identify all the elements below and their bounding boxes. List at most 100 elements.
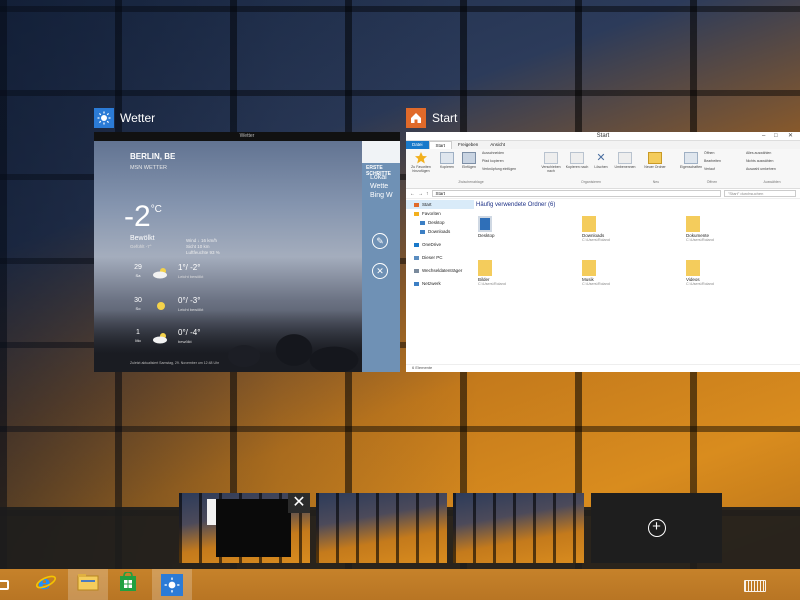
virtual-desktop-3[interactable] <box>453 493 584 563</box>
weather-feels-like: Gefühlt -7° <box>130 244 152 249</box>
touch-keyboard-icon[interactable] <box>744 580 766 592</box>
nav-item-netzwerk[interactable]: Netzwerk <box>406 279 474 288</box>
folder-item-downloads[interactable]: Downloads C:\Users\Roland <box>582 216 678 242</box>
cloudy-icon <box>152 331 170 344</box>
sunny-icon <box>152 299 170 311</box>
taskbar-internet-explorer[interactable]: e <box>26 569 66 600</box>
back-icon[interactable]: ← <box>410 191 415 197</box>
paste-link-button[interactable]: Verknüpfung einfügen <box>482 167 532 171</box>
nav-item-start[interactable]: Start <box>406 200 474 209</box>
cut-button[interactable]: Ausschneiden <box>482 151 522 155</box>
window-card-start[interactable]: Start Start – □ ✕ Datei Start Freigeben … <box>406 107 800 373</box>
edit-button[interactable]: Bearbeiten <box>704 159 734 163</box>
home-icon <box>406 108 426 128</box>
tab-freigeben[interactable]: Freigeben <box>452 141 484 149</box>
weather-details: Wind ↓ 16 km/h Sicht 10 km Luftfeuchte 9… <box>186 238 220 256</box>
forecast-temp: 1°/ -2° Leicht bewölkt <box>178 263 204 279</box>
paste-button[interactable]: Einfügen <box>456 152 482 169</box>
virtual-desktop-2[interactable] <box>316 493 447 563</box>
maximize-icon[interactable]: □ <box>774 132 778 141</box>
invert-selection-button[interactable]: Auswahl umkehren <box>746 167 796 171</box>
weather-app-thumbnail[interactable]: Wetter BERLIN, BE MSN WETTER -2°C Bewölk… <box>94 132 400 372</box>
close-circle-icon[interactable]: ✕ <box>372 263 388 279</box>
nav-item-dieser-pc[interactable]: Dieser PC <box>406 253 474 262</box>
explorer-title: Start <box>596 133 610 139</box>
close-desktop-button[interactable]: ✕ <box>288 493 310 513</box>
taskbar-explorer[interactable] <box>68 569 108 600</box>
tab-datei[interactable]: Datei <box>406 141 429 149</box>
folder-icon <box>582 260 596 276</box>
folder-item-musik[interactable]: Musik C:\Users\Roland <box>582 260 678 286</box>
folder-icon <box>420 229 425 234</box>
window-card-header-start: Start <box>406 107 800 129</box>
taskbar-weather[interactable] <box>152 569 192 600</box>
mini-window-weather <box>216 499 291 557</box>
taskbar-store[interactable] <box>108 569 148 600</box>
window-card-wetter[interactable]: Wetter Wetter BERLIN, BE MSN WETTER -2°C… <box>94 107 400 373</box>
nav-item-desktop[interactable]: Desktop <box>406 218 474 227</box>
taskbar: e <box>0 569 800 600</box>
folder-icon <box>478 260 492 276</box>
up-icon[interactable]: ↑ <box>426 191 429 197</box>
nav-item-onedrive[interactable]: OneDrive <box>406 240 474 249</box>
forecast-day: 30 So <box>134 297 142 311</box>
weather-titlebar: Wetter <box>94 132 400 141</box>
copy-icon <box>440 152 454 164</box>
drive-icon <box>414 268 419 273</box>
explorer-titlebar: Start – □ ✕ <box>406 132 800 141</box>
sun-icon <box>94 108 114 128</box>
plus-icon: + <box>647 519 666 537</box>
delete-button[interactable]: ✕ Löschen <box>588 152 614 169</box>
forecast-temp: 0°/ -4° bewölkt <box>178 328 201 344</box>
properties-button[interactable]: Eigenschaften <box>678 152 704 169</box>
group-new: Neu <box>652 180 660 184</box>
weather-detail-humidity: Luftfeuchte 93 % <box>186 250 220 255</box>
folder-item-bilder[interactable]: Bilder C:\Users\Roland <box>478 260 574 286</box>
frequent-folders-heading[interactable]: Häufig verwendete Ordner (6) <box>476 202 796 208</box>
folder-item-videos[interactable]: Videos C:\Users\Roland <box>686 260 782 286</box>
new-folder-button[interactable]: Neuer Ordner <box>642 152 668 169</box>
copy-to-icon <box>570 152 584 164</box>
folder-icon <box>582 216 596 232</box>
forward-icon[interactable]: → <box>418 191 423 197</box>
add-favorite-button[interactable]: Zu Favoriten hinzufügen <box>408 152 434 173</box>
weather-charm-panel: ERSTE SCHRITTE Lokal Wette Bing W ✎ ✕ <box>362 141 400 372</box>
move-to-button[interactable]: Verschieben nach <box>538 152 564 173</box>
navigation-pane: Start Favoriten Desktop Downloads OneDri… <box>406 200 474 360</box>
search-input[interactable]: "Start" durchsuchen <box>724 190 796 197</box>
minimize-icon[interactable]: – <box>762 132 765 141</box>
ribbon-tabs: Datei Start Freigeben Ansicht <box>406 141 800 149</box>
add-desktop-button[interactable]: + <box>591 493 722 563</box>
weather-temperature: -2°C <box>124 200 162 233</box>
cloud-icon <box>414 242 419 247</box>
store-icon <box>119 571 137 597</box>
select-all-button[interactable]: Alles auswählen <box>746 151 796 155</box>
status-bar: 6 Elemente <box>406 364 800 372</box>
close-icon[interactable]: ✕ <box>788 132 793 141</box>
rename-button[interactable]: Umbenennen <box>612 152 638 169</box>
tab-ansicht[interactable]: Ansicht <box>484 141 511 149</box>
weather-condition: Bewölkt <box>130 235 155 242</box>
home-icon <box>414 202 419 207</box>
taskbar-file-explorer[interactable] <box>0 569 16 600</box>
address-bar[interactable]: Start <box>431 190 721 197</box>
file-explorer-thumbnail[interactable]: Start – □ ✕ Datei Start Freigeben Ansich… <box>406 132 800 372</box>
edit-icon[interactable]: ✎ <box>372 233 388 249</box>
nav-item-downloads[interactable]: Downloads <box>406 227 474 236</box>
copy-to-button[interactable]: Kopieren nach <box>564 152 590 169</box>
history-button[interactable]: Verlauf <box>704 167 734 171</box>
window-card-header-wetter: Wetter <box>94 107 400 129</box>
nav-item-favoriten[interactable]: Favoriten <box>406 209 474 218</box>
paste-icon <box>462 152 476 164</box>
properties-icon <box>684 152 698 164</box>
file-explorer-icon <box>0 579 9 590</box>
folder-icon <box>686 216 700 232</box>
nav-item-wechseldatentraeger[interactable]: Wechseldatenträger <box>406 266 474 275</box>
select-none-button[interactable]: Nichts auswählen <box>746 159 796 163</box>
open-button[interactable]: Öffnen <box>704 151 734 155</box>
folder-item-desktop[interactable]: Desktop <box>478 216 574 238</box>
copy-path-button[interactable]: Pfad kopieren <box>482 159 522 163</box>
tab-start[interactable]: Start <box>428 141 453 149</box>
folder-item-dokumente[interactable]: Dokumente C:\Users\Roland <box>686 216 782 242</box>
address-bar-row: ← → ↑ Start "Start" durchsuchen <box>406 189 800 199</box>
